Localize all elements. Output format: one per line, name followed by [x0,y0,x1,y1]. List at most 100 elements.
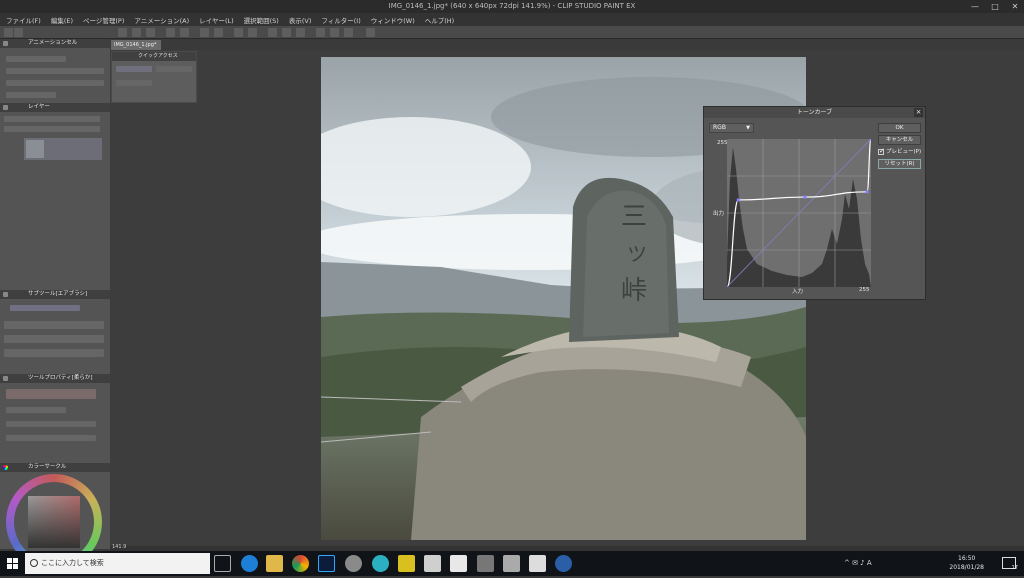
tool-property-panel [0,383,110,463]
redo-icon[interactable] [180,28,189,37]
transform-icon[interactable] [234,28,243,37]
layer-panel-header[interactable]: レイヤー [0,103,110,112]
svg-text:ツ: ツ [627,242,647,266]
cancel-button[interactable]: キャンセル [878,135,921,145]
app-icon-3[interactable] [398,555,415,572]
fill-icon[interactable] [214,28,223,37]
tone-curve-title: トーンカーブ [796,109,833,116]
sub-tool-panel-title: サブツール[エアブラシ] [28,291,88,297]
file-explorer-icon[interactable] [266,555,283,572]
quick-access-panel: クイックアクセス [111,51,197,103]
photoshop-icon[interactable] [318,555,335,572]
menu-selection[interactable]: 選択範囲(S) [244,15,279,25]
app-icon-1[interactable] [345,555,362,572]
color-wheel-panel-title: カラーサークル [28,464,67,470]
command-bar [0,26,1024,39]
new-file-icon[interactable] [118,28,127,37]
maximize-button[interactable]: □ [990,0,1000,13]
open-file-icon[interactable] [132,28,141,37]
window-title-bar: IMG_0146_1.jpg* (640 x 640px 72dpi 141.9… [0,0,1024,13]
quick-access-header[interactable]: クイックアクセス [112,52,196,61]
menu-page[interactable]: ページ管理(P) [83,15,124,25]
menu-help[interactable]: ヘルプ(H) [425,15,454,25]
close-window-button[interactable]: ✕ [1010,0,1020,13]
checkbox-check-icon[interactable]: ✓ [878,147,885,155]
window-title: IMG_0146_1.jpg* (640 x 640px 72dpi 141.9… [388,2,636,10]
airbrush-icon [3,292,8,297]
max-input-label: 255 [859,287,870,293]
task-view-icon[interactable] [214,555,231,572]
svg-text:三: 三 [621,202,647,232]
chevron-down-icon: ▼ [746,125,750,131]
color-wheel-icon [3,465,8,470]
clip-studio-icon[interactable] [529,555,546,572]
saturation-value-square[interactable] [28,496,80,548]
edge-browser-icon[interactable] [241,555,258,572]
minimize-button[interactable]: — [970,0,980,13]
scale-icon[interactable] [248,28,257,37]
app-icon-4[interactable] [477,555,494,572]
chrome-icon[interactable] [292,555,309,572]
app-icon-5[interactable] [503,555,520,572]
close-icon[interactable]: × [914,108,923,117]
menu-animation[interactable]: アニメーション(A) [134,15,189,25]
tray-icons[interactable]: ^ ✉ ♪ A [844,559,904,568]
sub-tool-panel [0,299,110,374]
ruler-snap-icon[interactable] [330,28,339,37]
reset-button[interactable]: リセット(R) [878,159,921,169]
deselect-icon[interactable] [268,28,277,37]
snap-icon[interactable] [316,28,325,37]
menu-window[interactable]: ウィンドウ(W) [371,15,415,25]
photos-icon[interactable] [450,555,467,572]
panel-collapse-icon[interactable] [14,28,23,37]
curve-control-point[interactable] [725,285,729,289]
preview-checkbox[interactable]: ✓ プレビュー(P) [878,147,921,155]
layer-panel [0,112,110,290]
ok-button[interactable]: OK [878,123,921,133]
color-wheel-panel-header[interactable]: カラーサークル [0,463,110,472]
mail-icon[interactable] [424,555,441,572]
output-axis-label: 出力 [713,211,725,217]
start-button[interactable] [0,551,25,576]
app-icon-2[interactable] [372,555,389,572]
undo-icon[interactable] [166,28,175,37]
tool-property-panel-title: ツールプロパティ[柔らか] [28,375,93,381]
taskbar-search-box[interactable]: ここに入力して検索 [25,553,210,574]
app-icon-6[interactable] [555,555,572,572]
select-all-icon[interactable] [296,28,305,37]
help-icon[interactable] [366,28,375,37]
invert-selection-icon[interactable] [282,28,291,37]
max-output-label: 255 [717,140,728,146]
document-tab[interactable]: IMG_0146_1.jpg* [111,40,161,50]
curve-control-point[interactable] [869,137,873,141]
tone-curve-svg [725,137,873,289]
animation-cels-panel-header[interactable]: アニメーションセル [0,39,110,48]
tone-curve-graph[interactable] [725,137,873,289]
tone-curve-title-bar[interactable]: トーンカーブ × [704,107,925,118]
tone-curve-dialog: トーンカーブ × RGB ▼ 255 出力 入力 255 OK キャンセル ✓ プ… [703,106,926,300]
layer-panel-title: レイヤー [28,104,50,110]
tool-icon[interactable] [3,41,8,46]
document-tab-strip: IMG_0146_1.jpg* [110,39,1024,50]
curve-control-point[interactable] [803,195,807,199]
save-icon[interactable] [146,28,155,37]
color-wheel-panel [0,472,110,570]
grid-snap-icon[interactable] [344,28,353,37]
curve-control-point[interactable] [865,190,869,194]
menu-view[interactable]: 表示(V) [289,15,312,25]
brush-icon [3,376,8,381]
layer-thumbnail [26,140,44,158]
menu-edit[interactable]: 編集(E) [51,15,73,25]
menu-layer[interactable]: レイヤー(L) [199,15,234,25]
animation-cels-panel-title: アニメーションセル [28,40,78,46]
tool-property-panel-header[interactable]: ツールプロパティ[柔らか] [0,374,110,383]
zoom-readout: 141.9 [112,544,127,550]
menu-filter[interactable]: フィルター(I) [321,15,360,25]
sub-tool-panel-header[interactable]: サブツール[エアブラシ] [0,290,110,299]
taskbar-clock[interactable]: 16:50 2018/01/28 [949,554,984,572]
clear-icon[interactable] [200,28,209,37]
curve-control-point[interactable] [736,198,740,202]
panel-toggle-icon[interactable] [4,28,13,37]
menu-file[interactable]: ファイル(F) [6,15,41,25]
channel-select[interactable]: RGB ▼ [709,123,754,133]
